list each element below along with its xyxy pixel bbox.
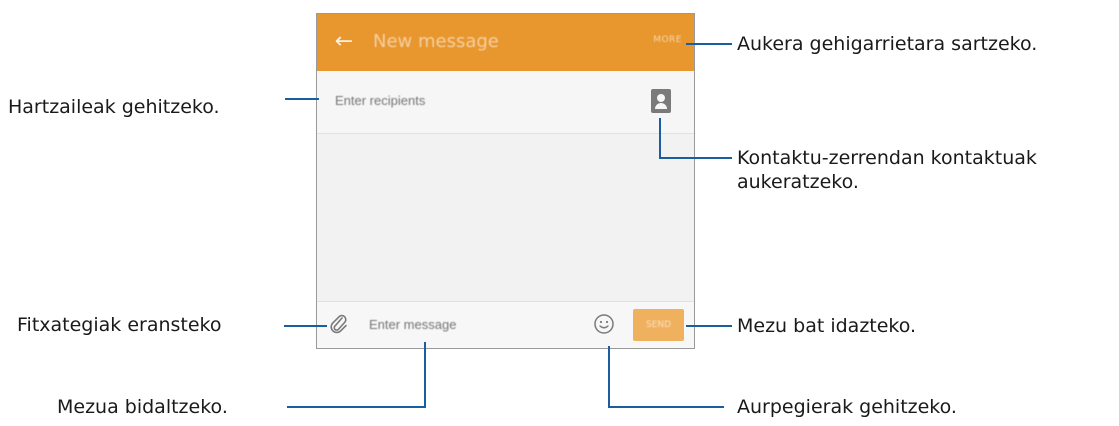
callout-attach: Fitxategiak eransteko [17,314,222,336]
callout-line-more [686,43,732,45]
callout-message: Mezua bidaltzeko. [57,396,228,418]
callout-line-send [686,325,732,327]
screen-title: New message [373,31,499,52]
paperclip-icon[interactable] [329,313,349,335]
more-button[interactable]: MORE [653,35,682,45]
callout-line-message-v [424,342,426,407]
contact-icon[interactable] [651,89,671,113]
app-bar: ← New message MORE [317,14,694,71]
phone-screen: ← New message MORE SEND [316,13,695,349]
back-arrow-icon[interactable]: ← [331,28,357,56]
recipients-bar [317,71,694,134]
contact-icon-head [657,94,665,102]
callout-line-message-h [287,406,426,408]
callout-line-emoticons-h [608,406,724,408]
callout-line-emoticons-v [608,346,610,407]
recipients-input[interactable] [335,89,595,111]
message-input[interactable] [369,313,569,335]
callout-line-recipients [285,98,319,100]
callout-emoticons: Aurpegierak gehitzeko. [737,396,957,418]
compose-bar: SEND [317,301,694,348]
contact-icon-body [655,103,667,109]
callout-line-attach [284,325,327,327]
callout-recipients: Hartzaileak gehitzeko. [8,96,220,118]
smiley-icon[interactable] [593,313,615,335]
send-button[interactable]: SEND [633,309,684,341]
callout-contacts: Kontaktu-zerrendan kontaktuak aukeratzek… [737,147,1037,193]
callout-line-contacts-v [659,118,661,158]
callout-line-contacts-h [659,157,732,159]
callout-more: Aukera gehigarrietara sartzeko. [737,33,1038,55]
callout-send: Mezu bat idazteko. [737,315,917,337]
send-label: SEND [645,320,672,330]
